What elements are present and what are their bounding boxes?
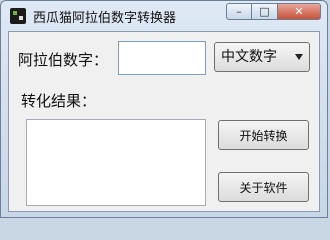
chevron-down-icon: [295, 54, 303, 60]
arabic-number-input[interactable]: [118, 41, 206, 75]
title-bar[interactable]: 西瓜猫阿拉伯数字转换器 – □ ✕: [1, 1, 327, 31]
minimize-icon: –: [236, 5, 242, 18]
window-title: 西瓜猫阿拉伯数字转换器: [33, 11, 177, 26]
minimize-button[interactable]: –: [226, 3, 252, 20]
arabic-number-label: 阿拉伯数字：: [18, 51, 109, 69]
maximize-button[interactable]: □: [252, 3, 278, 20]
conversion-mode-value: 中文数字: [221, 49, 277, 65]
client-area: 阿拉伯数字： 中文数字 转化结果： 开始转换 关于软件: [8, 31, 320, 212]
app-window: 西瓜猫阿拉伯数字转换器 – □ ✕ 阿拉伯数字： 中文数字 转化结果： 开始转换…: [0, 0, 328, 218]
maximize-icon: □: [259, 5, 270, 18]
conversion-mode-select[interactable]: 中文数字: [214, 42, 310, 72]
convert-button[interactable]: 开始转换: [218, 120, 309, 150]
result-label: 转化结果：: [21, 92, 97, 110]
result-output[interactable]: [26, 119, 206, 206]
about-button[interactable]: 关于软件: [218, 172, 309, 202]
app-icon: [10, 8, 26, 24]
close-button[interactable]: ✕: [278, 3, 321, 20]
caption-buttons: – □ ✕: [226, 3, 321, 20]
close-icon: ✕: [294, 5, 304, 18]
